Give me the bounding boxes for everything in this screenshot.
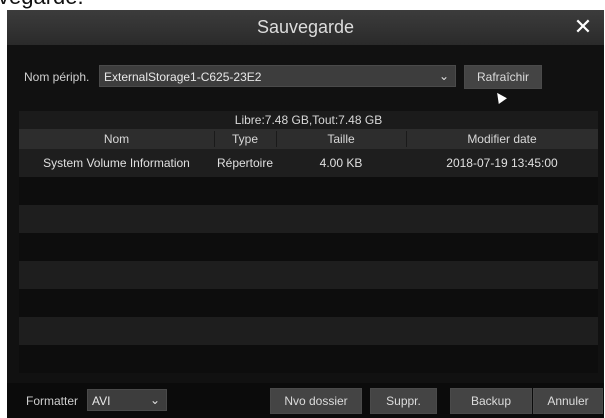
device-select-value: ExternalStorage1-C625-23E2 — [104, 70, 262, 84]
cell-size: 4.00 KB — [319, 156, 363, 170]
backup-dialog: Sauvegarde ✕ Nom périph. ExternalStorage… — [7, 10, 604, 418]
format-select[interactable]: AVI ⌄ — [87, 389, 167, 411]
dialog-title: Sauvegarde — [256, 17, 355, 37]
cell-type: Répertoire — [216, 156, 274, 170]
table-row[interactable]: System Volume Information Répertoire 4.0… — [19, 149, 598, 177]
chevron-down-icon: ⌄ — [149, 393, 160, 407]
dialog-footer: Formatter AVI ⌄ Nvo dossier Suppr. Backu… — [7, 383, 604, 418]
empty-row — [19, 205, 598, 233]
device-select[interactable]: ExternalStorage1-C625-23E2 ⌄ — [99, 65, 456, 87]
cell-date: 2018-07-19 13:45:00 — [446, 156, 558, 170]
column-divider — [406, 131, 407, 147]
empty-row — [19, 345, 598, 373]
header-size[interactable]: Taille — [276, 129, 406, 149]
empty-row — [19, 233, 598, 261]
format-label: Formatter — [26, 394, 79, 408]
free-space-info: Libre:7.48 GB,Tout:7.48 GB — [19, 111, 598, 129]
column-divider — [214, 131, 215, 147]
background-page-title-fragment: vegarde. — [0, 0, 605, 10]
delete-button[interactable]: Suppr. — [370, 388, 437, 414]
refresh-button[interactable]: Rafraîchir — [464, 65, 542, 89]
page-title-fragment: vegarde. — [0, 0, 84, 10]
file-table: Libre:7.48 GB,Tout:7.48 GB Nom Type Tail… — [19, 111, 598, 373]
empty-row — [19, 317, 598, 345]
close-icon[interactable]: ✕ — [572, 16, 594, 38]
empty-row — [19, 177, 598, 205]
backup-button[interactable]: Backup — [450, 388, 532, 414]
device-label: Nom périph. — [24, 70, 90, 84]
header-name[interactable]: Nom — [19, 129, 214, 149]
header-date[interactable]: Modifier date — [406, 129, 598, 149]
empty-row — [19, 289, 598, 317]
header-type[interactable]: Type — [214, 129, 276, 149]
new-folder-button[interactable]: Nvo dossier — [270, 388, 362, 414]
format-select-value: AVI — [92, 394, 111, 408]
empty-row — [19, 261, 598, 289]
table-header: Nom Type Taille Modifier date — [19, 129, 598, 149]
cell-name: System Volume Information — [43, 156, 190, 170]
cancel-button[interactable]: Annuler — [533, 388, 603, 414]
table-body: System Volume Information Répertoire 4.0… — [19, 149, 598, 373]
dialog-titlebar: Sauvegarde ✕ — [7, 10, 604, 45]
column-divider — [276, 131, 277, 147]
chevron-down-icon: ⌄ — [438, 69, 449, 83]
